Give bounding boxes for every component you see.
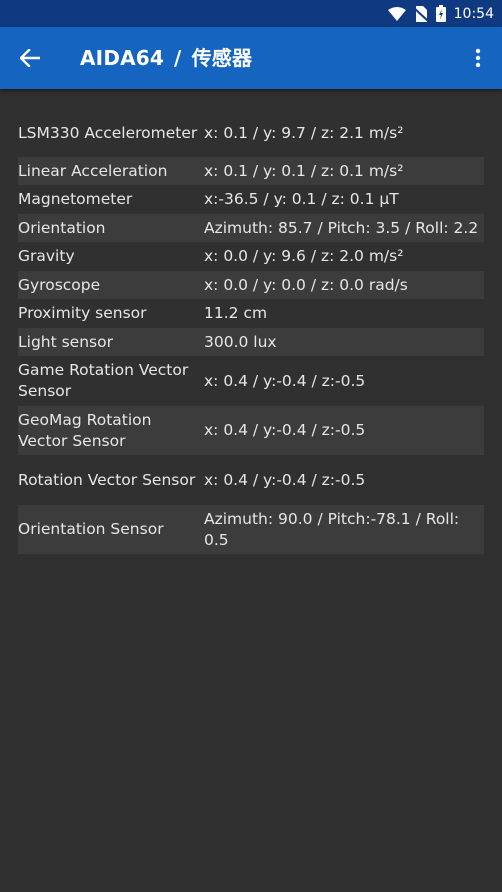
sensor-row: Linear Acceleration x: 0.1 / y: 0.1 / z:… <box>18 157 484 185</box>
sensor-table: LSM330 Accelerometer x: 0.1 / y: 9.7 / z… <box>18 109 484 554</box>
wifi-icon <box>387 6 406 21</box>
sensor-label: Magnetometer <box>18 190 133 208</box>
sensor-label: Linear Acceleration <box>18 161 168 180</box>
sensor-value: x: 0.0 / y: 0.0 / z: 0.0 rad/s <box>204 275 408 294</box>
sensor-value: x: 0.0 / y: 9.6 / z: 2.0 m/s² <box>204 247 404 265</box>
sensor-label: Gravity <box>18 247 75 265</box>
sensor-label: Orientation <box>18 218 106 237</box>
sensor-row: Gravity x: 0.0 / y: 9.6 / z: 2.0 m/s² <box>18 242 484 271</box>
no-sim-icon <box>413 5 428 22</box>
page-subtitle: 传感器 <box>191 46 253 70</box>
sensor-row: LSM330 Accelerometer x: 0.1 / y: 9.7 / z… <box>18 109 484 157</box>
overflow-menu-button[interactable] <box>466 42 490 74</box>
sensor-label: Gyroscope <box>18 275 101 294</box>
sensor-value: 11.2 cm <box>204 304 268 322</box>
page-title: AIDA64 / 传感器 <box>80 27 252 89</box>
title-separator: / <box>174 46 182 70</box>
more-vert-icon <box>475 48 481 68</box>
sensor-value: x:-36.5 / y: 0.1 / z: 0.1 µT <box>204 190 399 208</box>
sensor-value: Azimuth: 85.7 / Pitch: 3.5 / Roll: 2.2 <box>204 218 479 237</box>
sensor-row: Orientation Azimuth: 85.7 / Pitch: 3.5 /… <box>18 214 484 242</box>
sensor-value: x: 0.1 / y: 9.7 / z: 2.1 m/s² <box>204 123 404 142</box>
back-button[interactable] <box>14 42 46 74</box>
sensor-row: Magnetometer x:-36.5 / y: 0.1 / z: 0.1 µ… <box>18 185 484 214</box>
sensor-label: Orientation Sensor <box>18 520 164 538</box>
sensor-value: x: 0.4 / y:-0.4 / z:-0.5 <box>204 470 366 489</box>
sensor-row: GeoMag Rotation Vector Sensor x: 0.4 / y… <box>18 406 484 455</box>
sensor-value: x: 0.4 / y:-0.4 / z:-0.5 <box>204 371 366 390</box>
app-bar: AIDA64 / 传感器 <box>0 27 502 89</box>
sensor-row: Proximity sensor 11.2 cm <box>18 299 484 328</box>
sensor-row: Rotation Vector Sensor x: 0.4 / y:-0.4 /… <box>18 455 484 505</box>
sensor-label: GeoMag Rotation Vector Sensor <box>18 410 152 450</box>
sensor-row: Gyroscope x: 0.0 / y: 0.0 / z: 0.0 rad/s <box>18 271 484 299</box>
sensor-row: Orientation Sensor Azimuth: 90.0 / Pitch… <box>18 505 484 554</box>
arrow-back-icon <box>20 49 40 67</box>
battery-icon <box>435 5 446 22</box>
sensor-label: Game Rotation Vector Sensor <box>18 361 189 400</box>
status-bar: 10:54 <box>0 0 502 27</box>
status-time: 10:54 <box>453 5 494 22</box>
sensor-row: Game Rotation Vector Sensor x: 0.4 / y:-… <box>18 356 484 406</box>
sensor-label: LSM330 Accelerometer <box>18 123 198 142</box>
sensor-label: Light sensor <box>18 332 113 351</box>
sensor-value: 300.0 lux <box>204 332 277 351</box>
sensor-label: Proximity sensor <box>18 304 147 322</box>
sensor-value: x: 0.1 / y: 0.1 / z: 0.1 m/s² <box>204 161 404 180</box>
sensor-value: Azimuth: 90.0 / Pitch:-78.1 / Roll: 0.5 <box>204 509 460 549</box>
sensor-label: Rotation Vector Sensor <box>18 470 196 489</box>
sensor-row: Light sensor 300.0 lux <box>18 328 484 356</box>
status-icons: 10:54 <box>387 0 494 27</box>
app-name: AIDA64 <box>80 46 165 70</box>
sensor-value: x: 0.4 / y:-0.4 / z:-0.5 <box>204 421 366 439</box>
